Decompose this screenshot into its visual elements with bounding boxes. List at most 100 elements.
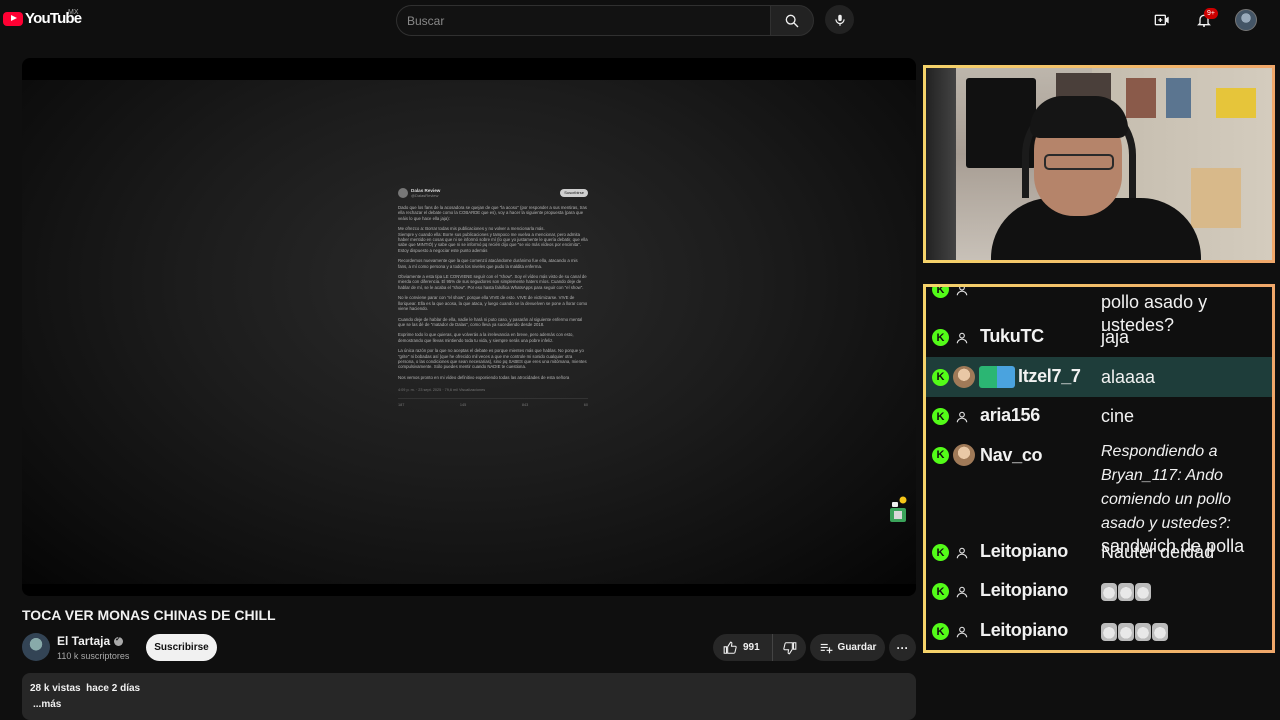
search-icon — [785, 14, 799, 27]
description-box[interactable]: 28 k vistas hace 2 días ...más — [22, 673, 916, 720]
like-button[interactable]: 991 — [713, 634, 773, 661]
user-icon — [953, 287, 970, 298]
kick-badge-icon: K — [932, 583, 949, 600]
chat-username[interactable]: aria156 — [980, 405, 1040, 426]
tweet-meta: 4:09 p. m. · 23 sept. 2025 · 79,6 mil Vi… — [398, 388, 588, 399]
chat-badges: K — [932, 444, 975, 466]
chat-badges: K — [932, 366, 1015, 388]
overlay-figure-icon — [890, 496, 907, 522]
tweet-subscribe: Suscribirse — [560, 189, 588, 197]
tweet-avatar — [398, 188, 408, 198]
sub-badges-icon — [979, 366, 1015, 388]
chat-message: K Nav_co Respondiendo a Bryan_117: Ando … — [926, 437, 1272, 556]
user-icon — [953, 623, 970, 640]
chat-message: K Leitopiano — [926, 572, 1272, 612]
top-bar: YouTube MX 9+ — [0, 0, 1280, 40]
user-avatar — [953, 444, 975, 466]
chat-message: K Leitopiano — [926, 612, 1272, 650]
channel-avatar[interactable] — [22, 633, 50, 661]
search-bar — [396, 5, 814, 36]
dislike-button[interactable] — [773, 634, 806, 661]
view-count: 28 k vistas — [30, 683, 81, 694]
streamer-glasses — [1044, 154, 1114, 170]
top-right-actions: 9+ — [1148, 6, 1260, 34]
chat-message: K pollo asado y ustedes? — [926, 287, 1272, 335]
account-button[interactable] — [1232, 6, 1260, 34]
tweet-retweets: 145 — [459, 402, 467, 407]
tweet-paragraph: Dado que los fans de la acosadora se que… — [398, 205, 589, 221]
user-icon — [953, 544, 970, 561]
chat-message-highlighted: K Itzel7_7 alaaaa — [926, 357, 1272, 397]
tweet-paragraph: Obviamente a esta tipa LE CONVIENE segui… — [398, 274, 588, 290]
country-code: MX — [68, 9, 79, 16]
chat-text: alaaaa — [1101, 367, 1156, 387]
like-icon — [723, 641, 737, 654]
notification-badge: 9+ — [1204, 8, 1218, 19]
create-icon — [1154, 14, 1169, 26]
chat-username[interactable]: Nav_co — [980, 445, 1043, 466]
cat-emote-icon — [1118, 623, 1134, 642]
chat-badges: K — [932, 544, 970, 561]
upload-date: hace 2 días — [86, 683, 141, 694]
tweet-paragraph: La única razón por la que no aceptas el … — [398, 348, 588, 370]
kick-badge-icon: K — [932, 623, 949, 640]
tweet-paragraph: Cuando deje de hablar de ella, nadie le … — [398, 316, 584, 327]
voice-search-button[interactable] — [825, 5, 854, 34]
search-input[interactable] — [396, 5, 770, 36]
streamer-hair — [1030, 96, 1128, 138]
chat-message: K aria156 cine — [926, 397, 1272, 436]
kick-badge-icon: K — [932, 287, 949, 298]
tweet-paragraph: No le conviene parar con "el show", porq… — [398, 295, 589, 312]
webcam-overlay — [923, 65, 1275, 263]
tweet-actions: 187 145 843 60 — [398, 403, 588, 408]
show-more-link[interactable]: ...más — [33, 699, 908, 710]
channel-name-row[interactable]: El Tartaja — [57, 634, 124, 648]
webcam-mic-arm — [926, 68, 956, 260]
chat-message: K Leitopiano Nauter deidad — [926, 533, 1272, 572]
webcam-shelf-item — [1191, 168, 1241, 228]
webcam-figure — [1216, 88, 1256, 118]
chat-username[interactable]: Leitopiano — [980, 541, 1068, 562]
subscribe-button[interactable]: Suscribirse — [146, 634, 217, 661]
kick-badge-icon: K — [932, 329, 949, 346]
chat-emotes — [1101, 620, 1266, 643]
chat-username[interactable]: Leitopiano — [980, 580, 1068, 601]
user-icon — [953, 408, 970, 425]
cat-emote-icon — [1135, 623, 1151, 642]
video-player[interactable]: Dalas Review @DalasReview Suscribirse Da… — [22, 58, 916, 596]
chat-reply-context: Respondiendo a Bryan_117: Ando comiendo … — [1101, 443, 1231, 532]
kick-badge-icon: K — [932, 368, 949, 386]
kick-badge-icon: K — [932, 408, 949, 425]
save-button[interactable]: Guardar — [810, 634, 885, 661]
search-button[interactable] — [770, 5, 814, 36]
chat-username[interactable]: Leitopiano — [980, 620, 1068, 641]
cat-emote-icon — [1152, 623, 1168, 642]
chat-badges: K — [932, 623, 970, 640]
channel-name[interactable]: El Tartaja — [57, 634, 110, 648]
save-label: Guardar — [837, 642, 877, 653]
notifications-button[interactable]: 9+ — [1190, 6, 1218, 34]
youtube-logo-icon — [3, 11, 23, 26]
chat-text: jaja — [1101, 327, 1130, 347]
cat-emote-icon — [1101, 583, 1117, 602]
chat-badges: K — [932, 583, 970, 600]
like-count: 991 — [743, 642, 760, 653]
tweet-handle: @DalasReview — [411, 193, 439, 198]
user-icon — [953, 329, 970, 346]
webcam-figure — [1166, 78, 1191, 118]
chat-badges: K — [932, 287, 970, 298]
chat-username[interactable]: TukuTC — [980, 326, 1044, 347]
tweet-likes: 843 — [521, 402, 529, 407]
tweet-screenshot: Dalas Review @DalasReview Suscribirse Da… — [398, 186, 588, 586]
tweet-paragraph: Recordemos nuevamente que la que comenzó… — [398, 258, 579, 269]
more-actions-button[interactable]: ··· — [889, 634, 916, 661]
dislike-icon — [782, 641, 796, 654]
like-dislike-group: 991 — [713, 634, 806, 661]
save-playlist-icon — [820, 643, 832, 653]
video-title: TOCA VER MONAS CHINAS DE CHILL — [22, 607, 276, 623]
kick-badge-icon: K — [932, 446, 949, 464]
create-button[interactable] — [1148, 6, 1176, 34]
avatar — [1235, 9, 1257, 31]
description-meta: 28 k vistas hace 2 días — [30, 683, 908, 694]
chat-username[interactable]: Itzel7_7 — [1018, 366, 1081, 387]
